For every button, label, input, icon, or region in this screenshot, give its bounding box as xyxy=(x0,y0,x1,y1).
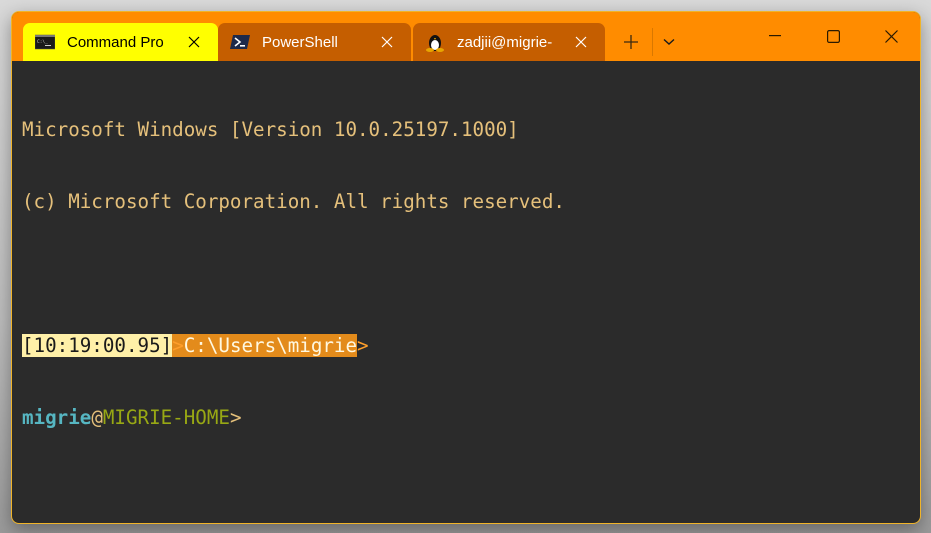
tab-powershell[interactable]: PowerShell xyxy=(218,23,411,61)
prompt-timestamp: [10:19:00.95] xyxy=(22,334,173,357)
tab-label: zadjii@migrie- xyxy=(457,33,553,51)
powershell-icon xyxy=(230,32,250,52)
cmd-icon: C:\_ xyxy=(35,32,55,52)
prompt-line-1: [10:19:00.95]>C:\Users\migrie> xyxy=(22,334,920,358)
new-tab-button[interactable] xyxy=(615,27,647,57)
minimize-button[interactable] xyxy=(752,20,798,52)
close-tab-icon[interactable] xyxy=(375,30,399,54)
banner-line: Microsoft Windows [Version 10.0.25197.10… xyxy=(22,118,519,141)
close-tab-icon[interactable] xyxy=(569,30,593,54)
tab-label: Command Pro xyxy=(67,33,164,51)
tab-label: PowerShell xyxy=(262,33,338,51)
prompt-path-segment: >C:\Users\migrie xyxy=(172,334,358,357)
minimize-icon xyxy=(769,35,781,37)
copyright-line: (c) Microsoft Corporation. All rights re… xyxy=(22,190,565,213)
toolbar-divider xyxy=(652,28,653,56)
terminal-output[interactable]: Microsoft Windows [Version 10.0.25197.10… xyxy=(22,70,920,523)
prompt-caret: > xyxy=(229,406,242,429)
maximize-button[interactable] xyxy=(810,20,856,52)
close-icon xyxy=(884,29,898,43)
prompt-arrow-end: > xyxy=(357,334,369,357)
prompt-path: C:\Users\migrie xyxy=(183,334,358,357)
plus-icon xyxy=(624,35,638,49)
linux-penguin-icon xyxy=(425,32,445,52)
prompt-arrow: > xyxy=(172,334,184,357)
tab-dropdown-button[interactable] xyxy=(654,27,684,57)
svg-text:C:\_: C:\_ xyxy=(37,39,48,45)
tab-linux[interactable]: zadjii@migrie- xyxy=(413,23,605,61)
maximize-icon xyxy=(826,29,840,43)
close-tab-icon[interactable] xyxy=(182,30,206,54)
tab-command-pro[interactable]: C:\_ Command Pro xyxy=(23,23,218,61)
prompt-at: @ xyxy=(91,406,103,429)
title-bar[interactable]: C:\_ Command Pro PowerShell zadjii@migri… xyxy=(12,12,920,61)
close-window-button[interactable] xyxy=(868,20,914,52)
chevron-down-icon xyxy=(663,38,675,45)
terminal-window: C:\_ Command Pro PowerShell zadjii@migri… xyxy=(11,11,921,524)
prompt-line-2: migrie@MIGRIE-HOME> xyxy=(22,406,920,430)
prompt-host: MIGRIE-HOME xyxy=(102,406,230,429)
prompt-user: migrie xyxy=(22,406,92,429)
